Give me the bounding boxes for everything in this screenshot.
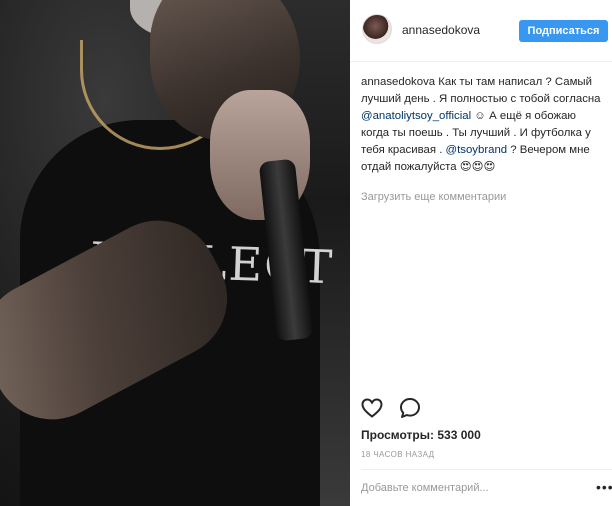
mention-link[interactable]: @anatoliytsoy_official <box>361 110 471 122</box>
load-more-comments-link[interactable]: Загрузить еще комментарии <box>361 191 506 203</box>
caption-comment: annasedokova Как ты там написал ? Самый … <box>361 74 606 176</box>
post-timestamp[interactable]: 18 ЧАСОВ НАЗАД <box>361 450 434 459</box>
post-sidebar: annasedokova Подписаться annasedokova Ка… <box>350 0 612 506</box>
heart-icon[interactable] <box>360 396 384 420</box>
avatar[interactable] <box>362 14 392 44</box>
header-username[interactable]: annasedokova <box>402 23 480 37</box>
post-header: annasedokova Подписаться <box>350 0 612 62</box>
follow-button[interactable]: Подписаться <box>519 20 608 42</box>
views-label: Просмотры: <box>361 428 435 442</box>
views-value: 533 000 <box>437 428 481 442</box>
action-bar <box>360 396 422 420</box>
divider <box>361 469 612 470</box>
mention-link[interactable]: @tsoybrand <box>446 144 508 156</box>
post-photo[interactable]: REFLECT <box>0 0 350 506</box>
caption-author[interactable]: annasedokova <box>361 76 435 88</box>
more-options-icon[interactable]: ••• <box>596 480 612 494</box>
comment-icon[interactable] <box>398 396 422 420</box>
views-count: Просмотры: 533 000 <box>361 428 481 442</box>
add-comment-input[interactable]: Добавьте комментарий... <box>361 482 489 494</box>
